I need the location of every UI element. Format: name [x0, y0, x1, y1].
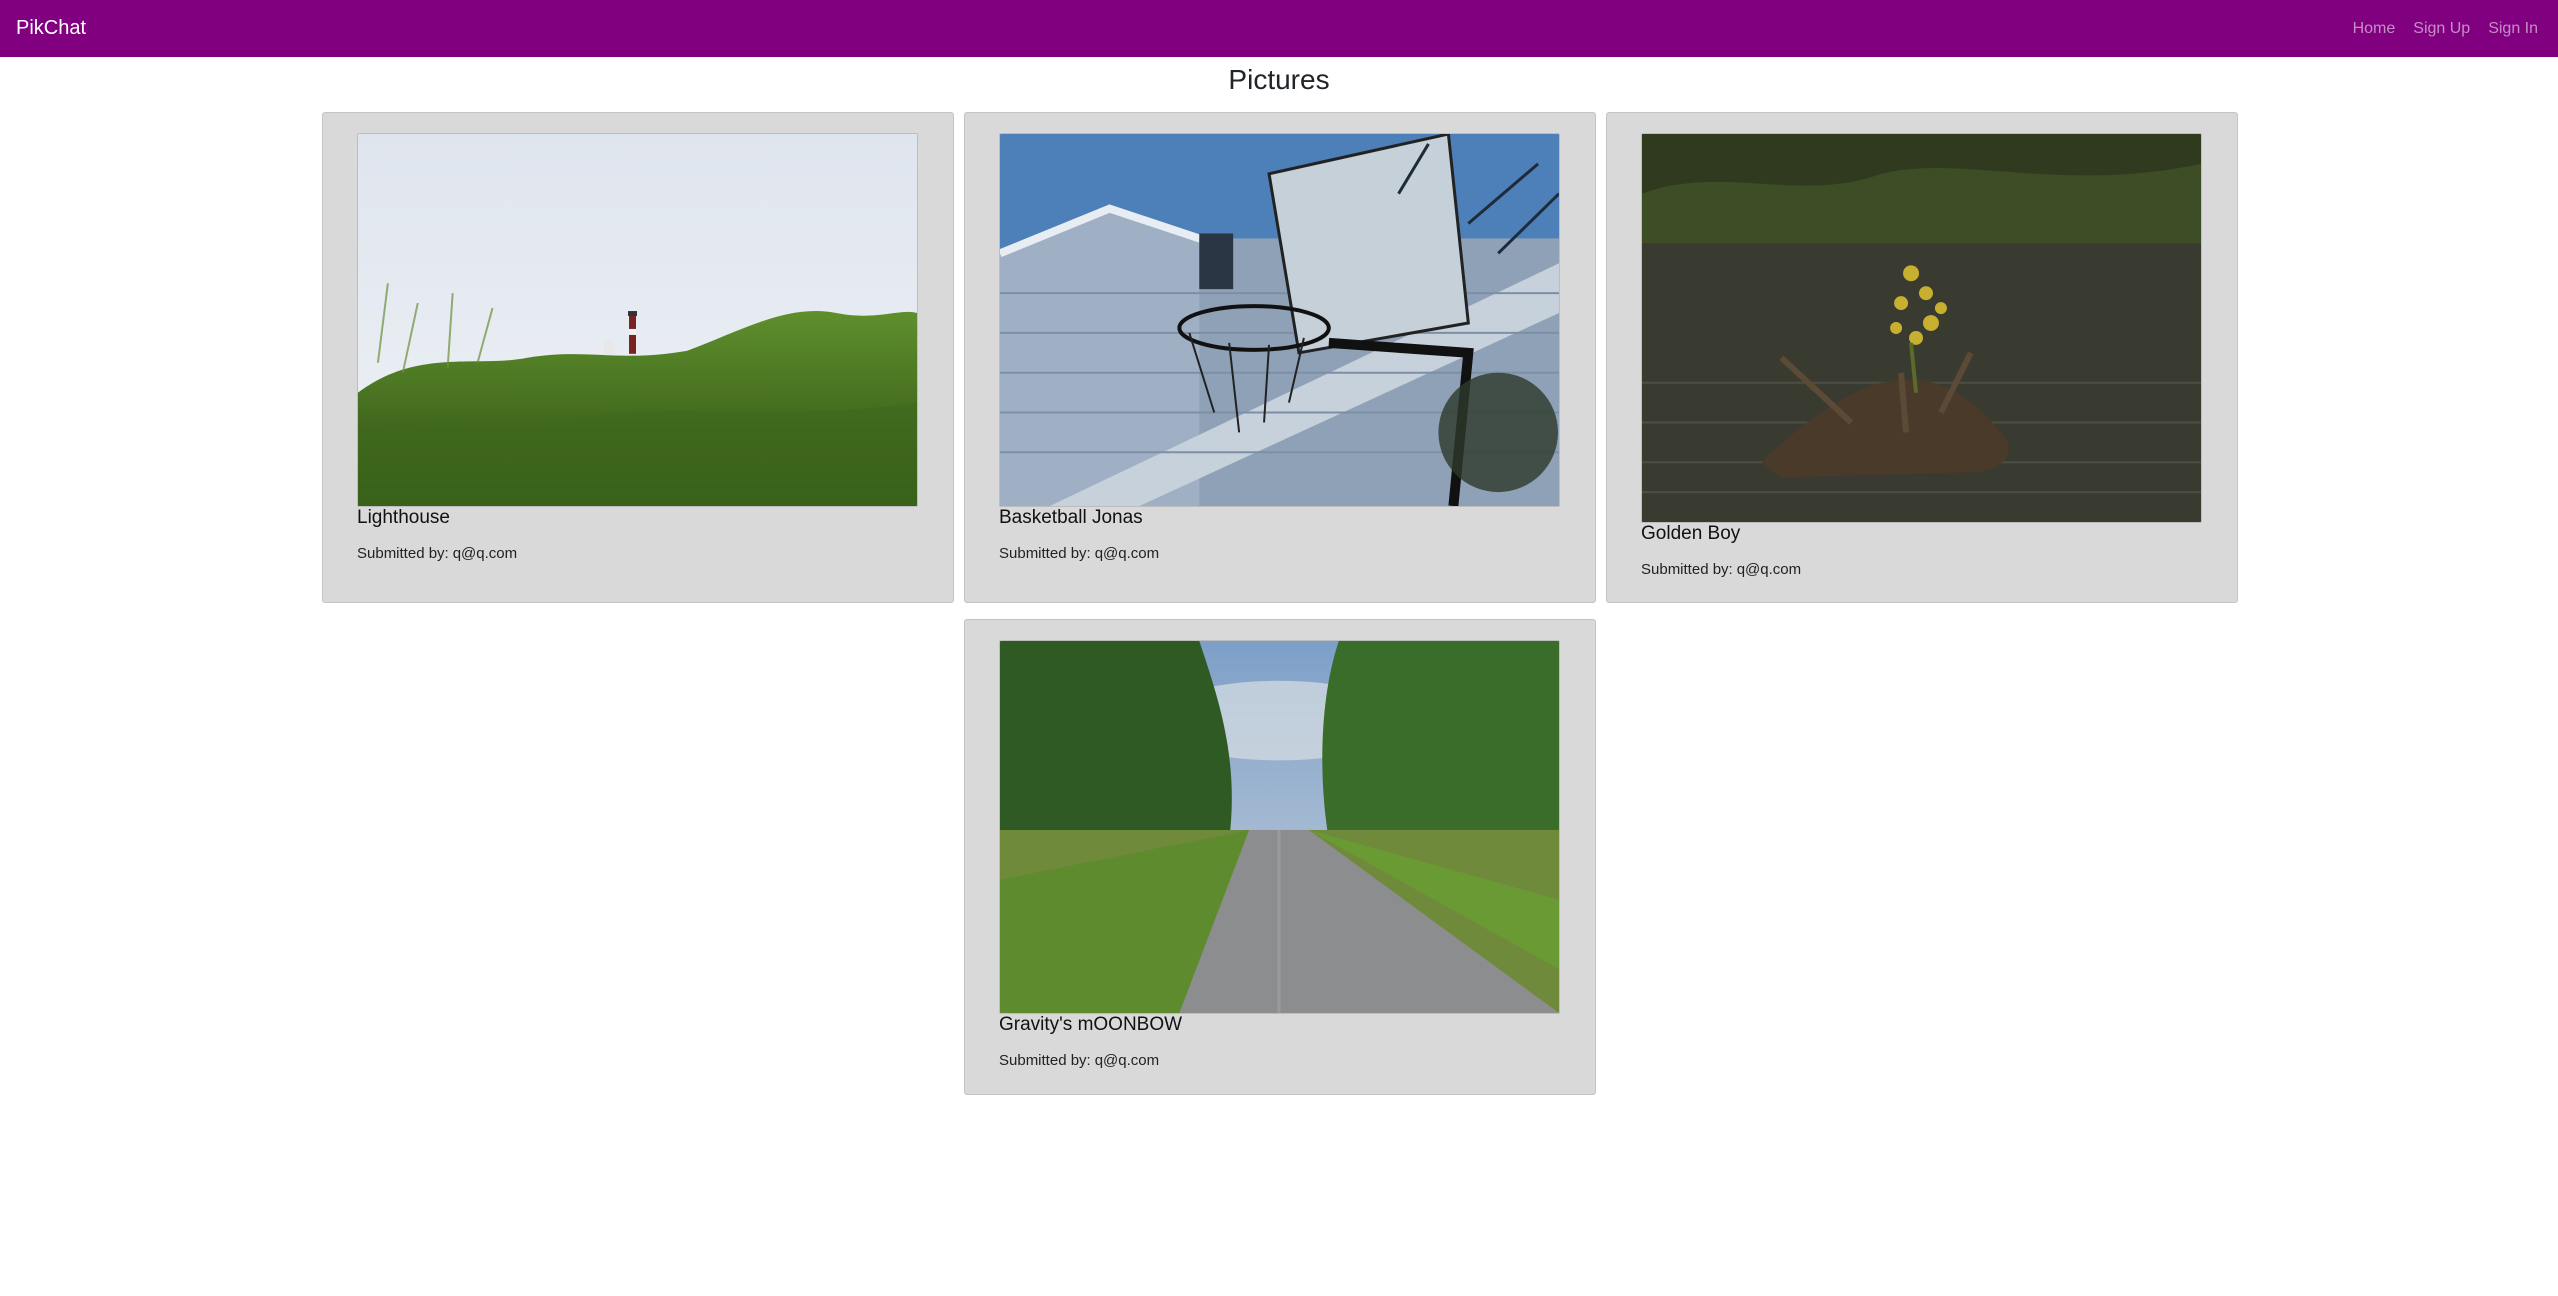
picture-card: Golden Boy Submitted by: q@q.com — [1606, 112, 2238, 603]
submitted-by-label: Submitted by: — [1641, 561, 1733, 578]
submitted-by: Submitted by: q@q.com — [999, 1052, 1159, 1069]
submitted-by: Submitted by: q@q.com — [1641, 561, 1801, 578]
submitted-by-email: q@q.com — [452, 545, 518, 562]
picture-card: Basketball Jonas Submitted by: q@q.com — [964, 112, 1596, 603]
basketball-hoop-photo[interactable] — [999, 133, 1560, 507]
submitted-by-email: q@q.com — [1094, 1052, 1160, 1069]
submitted-by-email: q@q.com — [1736, 561, 1802, 578]
picture-title[interactable]: Golden Boy — [1641, 523, 1740, 545]
picture-title[interactable]: Lighthouse — [357, 507, 450, 529]
picture-title[interactable]: Gravity's mOONBOW — [999, 1014, 1182, 1036]
submitted-by-email: q@q.com — [1094, 545, 1160, 562]
submitted-by: Submitted by: q@q.com — [357, 545, 517, 562]
brand-link[interactable]: PikChat — [16, 17, 86, 40]
pond-flower-photo[interactable] — [1641, 133, 2202, 523]
country-road-photo[interactable] — [999, 640, 1560, 1014]
picture-card: Lighthouse Submitted by: q@q.com — [322, 112, 954, 603]
navbar: PikChat Home Sign Up Sign In — [0, 0, 2558, 57]
nav-sign-in-link[interactable]: Sign In — [2484, 16, 2542, 42]
submitted-by-label: Submitted by: — [999, 1052, 1091, 1069]
picture-title[interactable]: Basketball Jonas — [999, 507, 1143, 529]
picture-card: Gravity's mOONBOW Submitted by: q@q.com — [964, 619, 1596, 1095]
nav-sign-up-link[interactable]: Sign Up — [2409, 16, 2474, 42]
page-title: Pictures — [1228, 64, 1330, 95]
submitted-by-label: Submitted by: — [357, 545, 449, 562]
submitted-by-label: Submitted by: — [999, 545, 1091, 562]
submitted-by: Submitted by: q@q.com — [999, 545, 1159, 562]
nav-home-link[interactable]: Home — [2349, 16, 2400, 42]
nav-links: Home Sign Up Sign In — [2349, 16, 2542, 42]
lighthouse-photo[interactable] — [357, 133, 918, 507]
